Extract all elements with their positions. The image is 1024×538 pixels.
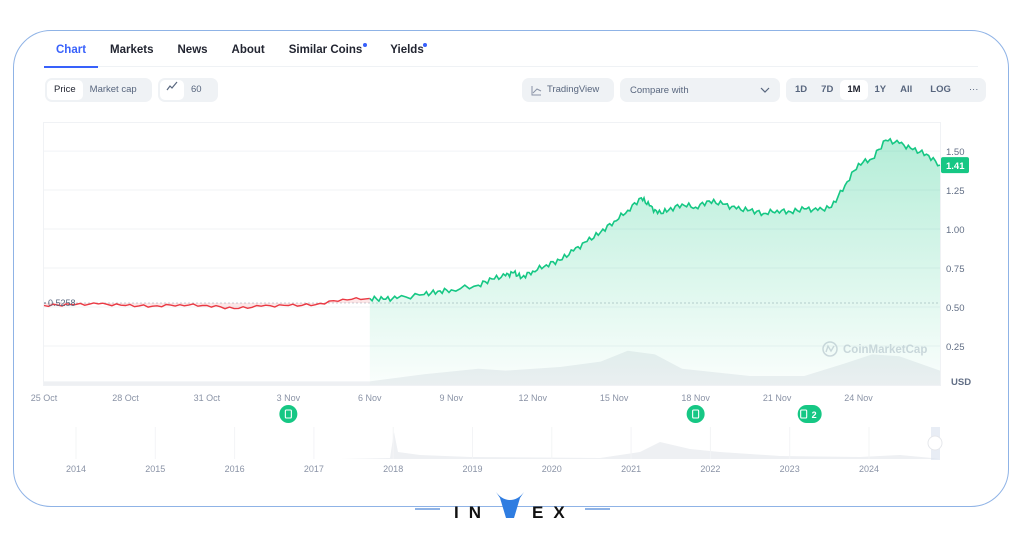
brand-right: EX	[532, 503, 575, 522]
candlestick-button[interactable]: 60	[184, 80, 209, 100]
range-1m[interactable]: 1M	[840, 80, 868, 100]
tab-label: Similar Coins	[288, 44, 363, 56]
tab-news[interactable]: News	[166, 38, 220, 66]
tab-about[interactable]: About	[220, 38, 277, 66]
market-cap-button[interactable]: Market cap	[83, 80, 144, 100]
plot-area[interactable]	[43, 122, 941, 386]
new-indicator-dot	[362, 43, 367, 47]
chart-type-toggle: 60	[158, 78, 218, 102]
tab-label: Chart	[56, 44, 87, 56]
tab-markets[interactable]: Markets	[98, 38, 165, 66]
line-chart-icon	[166, 81, 178, 91]
tab-label: Yields	[390, 44, 424, 56]
new-indicator-dot	[423, 43, 428, 47]
range-7d[interactable]: 7D	[814, 80, 840, 100]
tab-chart[interactable]: Chart	[44, 38, 99, 68]
chevron-down-icon	[760, 87, 770, 93]
tab-label: Markets	[110, 44, 154, 56]
range-selector: 1D 7D 1M 1Y All LOG ···	[786, 78, 986, 102]
brand-line-right	[585, 508, 610, 510]
more-options-button[interactable]: ···	[962, 80, 986, 100]
brand-v-horns-icon	[496, 492, 524, 518]
range-1d[interactable]: 1D	[788, 80, 814, 100]
brand-left: IN	[454, 503, 491, 522]
price-button[interactable]: Price	[47, 80, 83, 100]
log-scale-button[interactable]: LOG	[923, 80, 958, 100]
compare-placeholder: Compare with	[630, 84, 689, 96]
tab-label: News	[177, 44, 208, 56]
tab-bar: Chart Markets News About Similar Coins Yields	[44, 38, 978, 68]
tab-yields[interactable]: Yields	[378, 38, 439, 66]
tradingview-label: TradingView	[547, 84, 600, 95]
line-chart-button[interactable]	[160, 80, 184, 100]
invex-logo: IN EX	[454, 492, 575, 522]
tab-similar-coins[interactable]: Similar Coins	[277, 38, 379, 66]
tradingview-button[interactable]: TradingView	[522, 78, 614, 102]
tradingview-inner: TradingView	[524, 80, 606, 100]
tab-label: About	[231, 44, 265, 56]
compare-with-select[interactable]: Compare with	[620, 78, 780, 102]
brand-line-left	[415, 508, 440, 510]
tradingview-icon	[531, 85, 542, 95]
range-all[interactable]: All	[893, 80, 919, 100]
price-marketcap-toggle: Price Market cap	[45, 78, 152, 102]
range-1y[interactable]: 1Y	[868, 80, 894, 100]
